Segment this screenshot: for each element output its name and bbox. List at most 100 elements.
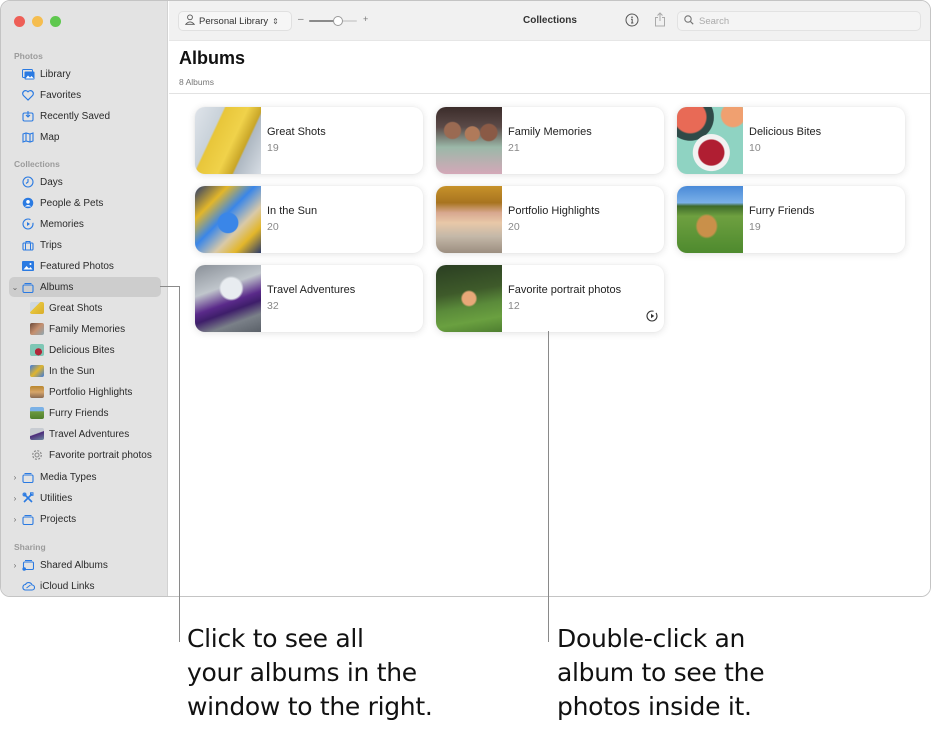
album-cover-image: [677, 186, 743, 253]
album-thumbnail-icon: [30, 406, 44, 420]
album-card-furry-friends[interactable]: Furry Friends 19: [677, 186, 905, 253]
callout-left-line: window to the right.: [187, 692, 433, 721]
photos-window: Photos Library Favorites Recently Saved …: [0, 0, 931, 597]
toolbar: Personal Library ⇕ – + Collections Searc…: [169, 1, 930, 41]
sidebar-album-great-shots[interactable]: Great Shots: [9, 298, 161, 318]
album-card-in-the-sun[interactable]: In the Sun 20: [195, 186, 423, 253]
chevron-right-icon[interactable]: ›: [9, 561, 21, 570]
album-card-favorite-portrait-photos[interactable]: Favorite portrait photos 12: [436, 265, 664, 332]
sidebar-item-label: Shared Albums: [40, 559, 108, 571]
sidebar-item-label: Featured Photos: [40, 260, 114, 272]
person-icon: [184, 14, 196, 28]
sidebar-item-label: Memories: [40, 218, 84, 230]
sidebar-item-albums[interactable]: ⌄ Albums: [9, 277, 161, 297]
sidebar-album-portfolio-highlights[interactable]: Portfolio Highlights: [9, 382, 161, 402]
sidebar-item-recently-saved[interactable]: Recently Saved: [9, 106, 161, 126]
sidebar-item-label: Recently Saved: [40, 110, 111, 122]
library-selector[interactable]: Personal Library ⇕: [178, 11, 292, 31]
fullscreen-button[interactable]: [50, 16, 61, 27]
person-circle-icon: [21, 196, 35, 210]
album-photo-count: 32: [267, 300, 279, 312]
sidebar-item-featured-photos[interactable]: Featured Photos: [9, 256, 161, 276]
chevron-right-icon[interactable]: ›: [9, 515, 21, 524]
sidebar-item-favorites[interactable]: Favorites: [9, 85, 161, 105]
sidebar-album-delicious-bites[interactable]: Delicious Bites: [9, 340, 161, 360]
album-card-delicious-bites[interactable]: Delicious Bites 10: [677, 107, 905, 174]
album-card-travel-adventures[interactable]: Travel Adventures 32: [195, 265, 423, 332]
sidebar-album-in-the-sun[interactable]: In the Sun: [9, 361, 161, 381]
sidebar-album-favorite-portrait-photos[interactable]: Favorite portrait photos: [9, 445, 161, 465]
sidebar-item-icloud-links[interactable]: iCloud Links: [9, 576, 161, 596]
shared-album-icon: [21, 558, 35, 572]
album-photo-count: 10: [749, 142, 761, 154]
sidebar-item-memories[interactable]: Memories: [9, 214, 161, 234]
sidebar-item-days[interactable]: Days: [9, 172, 161, 192]
album-card-family-memories[interactable]: Family Memories 21: [436, 107, 664, 174]
sidebar-item-shared-albums[interactable]: › Shared Albums: [9, 555, 161, 575]
sidebar-item-people-pets[interactable]: People & Pets: [9, 193, 161, 213]
close-button[interactable]: [14, 16, 25, 27]
album-name: Furry Friends: [749, 205, 815, 217]
callout-right-line: album to see the: [557, 658, 765, 687]
album-card-portfolio-highlights[interactable]: Portfolio Highlights 20: [436, 186, 664, 253]
album-name: Favorite portrait photos: [508, 284, 622, 296]
sidebar-item-trips[interactable]: Trips: [9, 235, 161, 255]
zoom-slider[interactable]: [309, 16, 357, 26]
sidebar-item-label: Travel Adventures: [49, 428, 130, 440]
album-thumbnail-icon: [30, 385, 44, 399]
album-card-great-shots[interactable]: Great Shots 19: [195, 107, 423, 174]
search-field[interactable]: Search: [677, 11, 921, 31]
heart-icon: [21, 88, 35, 102]
cloud-link-icon: [21, 579, 35, 593]
sidebar-item-utilities[interactable]: › Utilities: [9, 488, 161, 508]
album-cover-image: [195, 107, 261, 174]
content-header: Albums 8 Albums: [169, 41, 930, 94]
callout-left-line: your albums in the: [187, 658, 417, 687]
album-count: 8 Albums: [179, 77, 214, 87]
sidebar-item-media-types[interactable]: › Media Types: [9, 467, 161, 487]
album-thumbnail-icon: [30, 427, 44, 441]
chevron-down-icon[interactable]: ⌄: [9, 283, 21, 292]
album-photo-count: 12: [508, 300, 520, 312]
album-thumbnail-icon: [30, 301, 44, 315]
album-cover-image: [195, 265, 261, 332]
sidebar-album-travel-adventures[interactable]: Travel Adventures: [9, 424, 161, 444]
chevron-right-icon[interactable]: ›: [9, 473, 21, 482]
recently-saved-icon: [21, 109, 35, 123]
sidebar-item-label: Family Memories: [49, 323, 126, 335]
info-icon[interactable]: [625, 13, 639, 32]
sidebar-item-map[interactable]: Map: [9, 127, 161, 147]
album-cover-image: [677, 107, 743, 174]
album-cover-image: [436, 265, 502, 332]
library-icon: [21, 67, 35, 81]
sidebar-item-label: People & Pets: [40, 197, 104, 209]
album-thumbnail-icon: [30, 343, 44, 357]
callout-line-left-vertical: [179, 286, 180, 642]
sidebar-album-family-memories[interactable]: Family Memories: [9, 319, 161, 339]
window-controls: [14, 16, 61, 27]
album-cover-image: [436, 186, 502, 253]
chevron-right-icon[interactable]: ›: [9, 494, 21, 503]
zoom-in-button[interactable]: +: [363, 14, 368, 24]
sidebar-album-furry-friends[interactable]: Furry Friends: [9, 403, 161, 423]
suitcase-icon: [21, 238, 35, 252]
zoom-out-button[interactable]: –: [298, 14, 304, 25]
album-photo-count: 21: [508, 142, 520, 154]
minimize-button[interactable]: [32, 16, 43, 27]
share-icon[interactable]: [654, 12, 666, 32]
sidebar-item-label: Trips: [40, 239, 62, 251]
album-photo-count: 19: [267, 142, 279, 154]
section-collections: Collections: [14, 159, 60, 169]
play-memory-icon[interactable]: [646, 309, 658, 327]
sidebar-item-label: Library: [40, 68, 71, 80]
sidebar: Photos Library Favorites Recently Saved …: [1, 1, 168, 596]
map-icon: [21, 130, 35, 144]
sidebar-item-library[interactable]: Library: [9, 64, 161, 84]
callout-right: Double-click an album to see the photos …: [557, 622, 765, 724]
library-selector-label: Personal Library: [199, 15, 269, 27]
zoom-slider-knob[interactable]: [332, 16, 343, 26]
album-name: Great Shots: [267, 126, 326, 138]
sidebar-item-projects[interactable]: › Projects: [9, 509, 161, 529]
toolbar-title: Collections: [523, 15, 577, 26]
section-sharing: Sharing: [14, 542, 46, 552]
